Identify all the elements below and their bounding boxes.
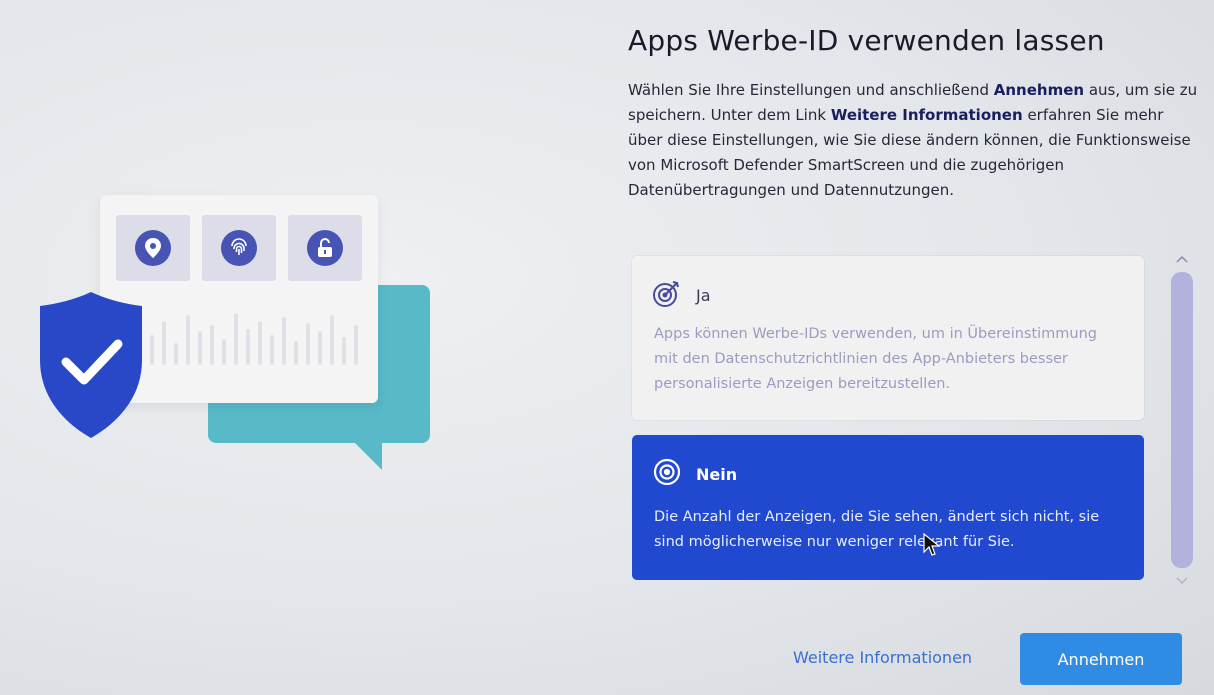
option-no-header: Nein	[652, 457, 737, 491]
target-icon	[652, 457, 682, 491]
option-yes-description: Apps können Werbe-IDs verwenden, um in Ü…	[654, 326, 1098, 392]
chevron-down-icon[interactable]	[1174, 574, 1190, 588]
option-yes[interactable]: Ja Apps können Werbe-IDs verwenden, um i…	[632, 256, 1144, 420]
options-list: Ja Apps können Werbe-IDs verwenden, um i…	[628, 252, 1148, 586]
accept-button[interactable]: Annehmen	[1020, 633, 1182, 685]
shield-check-icon	[38, 290, 144, 445]
option-yes-header: Ja	[652, 278, 711, 312]
options-scrollbar[interactable]	[1168, 250, 1196, 588]
chat-bubble-tail	[352, 440, 382, 470]
description-more-info-emphasis: Weitere Informationen	[830, 106, 1023, 124]
page-title: Apps Werbe-ID verwenden lassen	[628, 24, 1105, 57]
lock-tile	[288, 215, 362, 281]
option-yes-title: Ja	[696, 285, 711, 305]
location-tile	[116, 215, 190, 281]
chevron-up-icon[interactable]	[1174, 252, 1190, 266]
option-no[interactable]: Nein Die Anzahl der Anzeigen, die Sie se…	[632, 435, 1144, 580]
signal-bars-decoration	[150, 305, 370, 375]
location-pin-icon	[135, 230, 171, 266]
option-no-description: Die Anzahl der Anzeigen, die Sie sehen, …	[654, 509, 1100, 550]
fingerprint-icon	[221, 230, 257, 266]
more-info-link[interactable]: Weitere Informationen	[793, 648, 972, 667]
target-arrow-icon	[652, 278, 682, 312]
description-text: Wählen Sie Ihre Einstellungen und anschl…	[628, 81, 994, 99]
description-accept-emphasis: Annehmen	[993, 81, 1085, 99]
mouse-pointer-icon	[922, 532, 942, 563]
scrollbar-thumb[interactable]	[1171, 272, 1193, 568]
option-no-title: Nein	[696, 464, 738, 484]
page-description: Wählen Sie Ihre Einstellungen und anschl…	[628, 78, 1198, 203]
fingerprint-tile	[202, 215, 276, 281]
privacy-illustration	[0, 0, 600, 695]
unlock-icon	[307, 230, 343, 266]
